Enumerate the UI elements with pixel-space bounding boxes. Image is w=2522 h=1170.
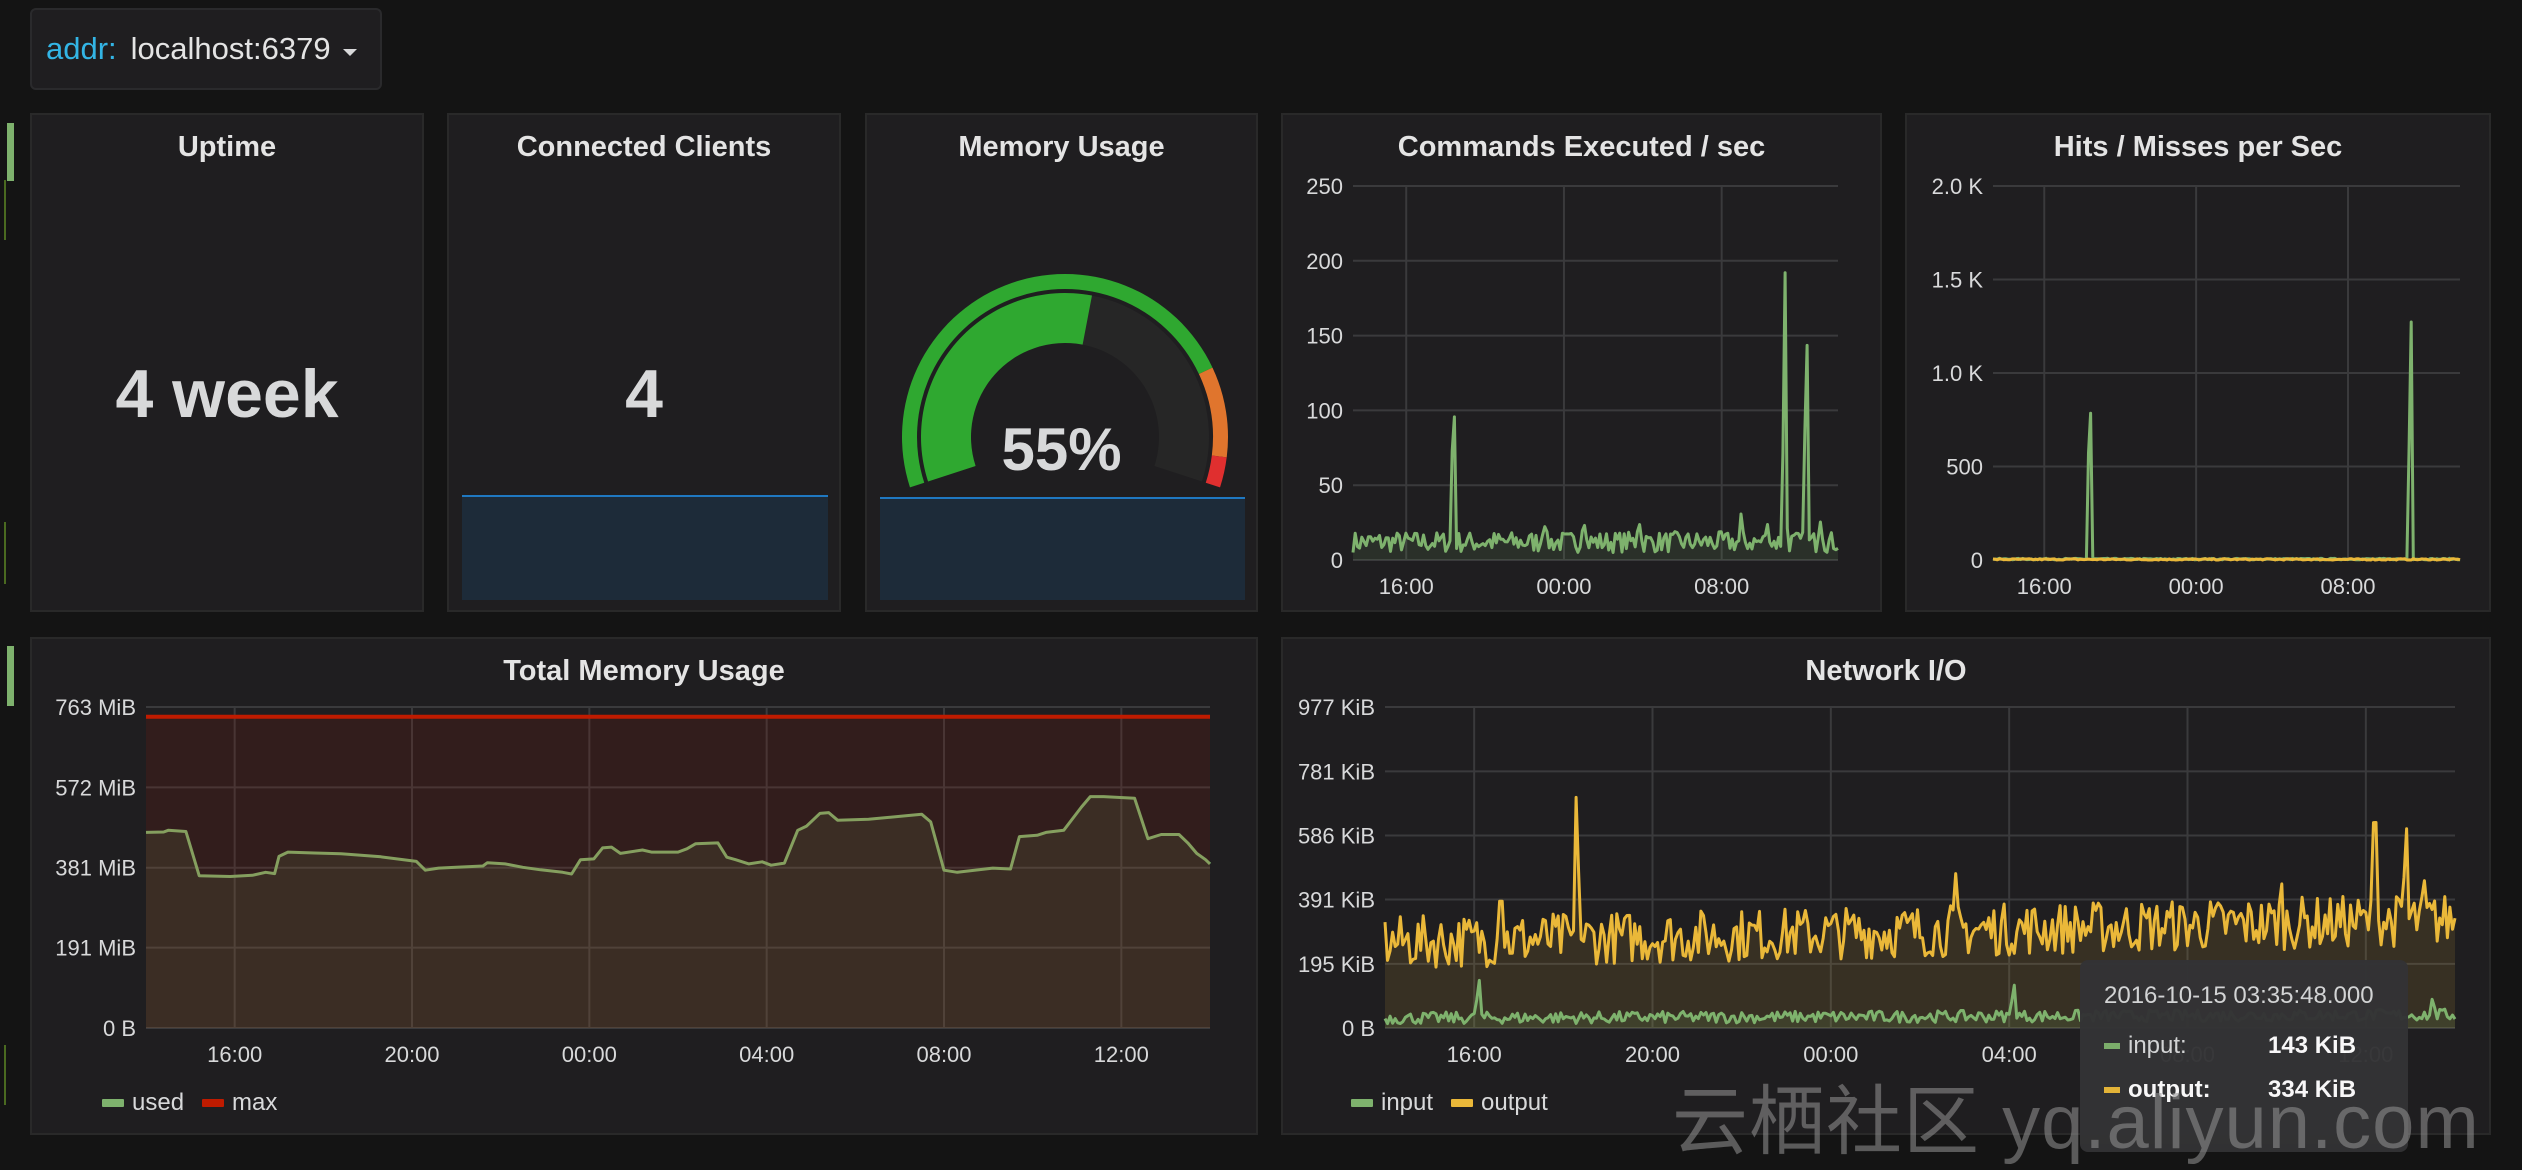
y-tick-label: 391 KiB bbox=[1298, 888, 1375, 913]
legend-swatch bbox=[2104, 1043, 2120, 1049]
y-tick-label: 2.0 K bbox=[1932, 174, 1984, 199]
y-tick-label: 0 bbox=[1331, 548, 1343, 573]
x-tick-label: 00:00 bbox=[2169, 574, 2224, 599]
y-tick-label: 572 MiB bbox=[55, 775, 136, 800]
panel-connected-clients: Connected Clients 4 bbox=[447, 113, 841, 612]
row-collapse-handle[interactable] bbox=[7, 646, 14, 706]
singlestat-value: 4 bbox=[625, 356, 663, 432]
x-tick-label: 08:00 bbox=[916, 1042, 971, 1067]
y-tick-label: 200 bbox=[1306, 249, 1343, 274]
panel-title[interactable]: Connected Clients bbox=[449, 131, 839, 164]
gauge bbox=[901, 273, 1228, 488]
y-tick-label: 100 bbox=[1306, 398, 1343, 423]
legend-swatch bbox=[1351, 1099, 1373, 1107]
gauge-value: 55% bbox=[1001, 416, 1122, 483]
series-line-misses bbox=[1993, 557, 2461, 562]
panel-hits-misses: Hits / Misses per Sec 0 500 1.0 K 1.5 K 2.0 … bbox=[1905, 113, 2491, 612]
x-tick-label: 00:00 bbox=[562, 1042, 617, 1067]
y-tick-label: 763 MiB bbox=[55, 695, 136, 720]
watermark: 云栖社区 yq.aliyun.com bbox=[1672, 1080, 2480, 1165]
x-tick-label: 16:00 bbox=[1379, 574, 1434, 599]
graph-commands[interactable]: 0 50 100 150 200 250 16:00 00:00 08:00 bbox=[1283, 115, 1884, 614]
template-variable-addr[interactable]: addr: localhost:6379 bbox=[30, 8, 382, 90]
panel-total-memory: Total Memory Usage 0 B 191 MiB 381 MiB 572 … bbox=[30, 637, 1258, 1135]
y-tick-label: 381 MiB bbox=[55, 856, 136, 881]
tooltip-row-input: input: 143 KiB bbox=[2104, 1032, 2356, 1060]
legend-label: max bbox=[232, 1089, 278, 1116]
y-tick-label: 1.0 K bbox=[1932, 361, 1984, 386]
template-variable-label: addr: bbox=[46, 31, 117, 66]
y-tick-label: 195 KiB bbox=[1298, 952, 1375, 977]
y-tick-label: 250 bbox=[1306, 174, 1343, 199]
tooltip-timestamp: 2016-10-15 03:35:48.000 bbox=[2104, 982, 2374, 1009]
panel-memory-usage: Memory Usage 55% bbox=[865, 113, 1258, 612]
legend-swatch bbox=[102, 1099, 124, 1107]
row-divider bbox=[4, 180, 6, 240]
legend-label: input bbox=[1381, 1089, 1434, 1116]
series-hits bbox=[1992, 320, 2461, 562]
x-tick-label: 04:00 bbox=[739, 1042, 794, 1067]
legend-item-input[interactable]: input bbox=[1351, 1089, 1433, 1117]
y-tick-label: 586 KiB bbox=[1298, 823, 1375, 848]
series-line-hits bbox=[1992, 320, 2461, 562]
y-tick-label: 0 B bbox=[1342, 1016, 1375, 1041]
x-tick-label: 16:00 bbox=[207, 1042, 262, 1067]
legend-label: output bbox=[1481, 1089, 1548, 1116]
row-collapse-handle[interactable] bbox=[7, 123, 14, 181]
legend-item-output[interactable]: output bbox=[1451, 1089, 1548, 1117]
legend-swatch bbox=[202, 1099, 225, 1107]
grid bbox=[1993, 185, 2460, 561]
x-tick-label: 08:00 bbox=[2320, 574, 2375, 599]
legend-item-used[interactable]: used bbox=[102, 1089, 184, 1117]
panel-uptime: Uptime 4 week bbox=[30, 113, 424, 612]
x-tick-label: 16:00 bbox=[2017, 574, 2072, 599]
y-tick-label: 0 B bbox=[103, 1016, 136, 1041]
x-tick-label: 20:00 bbox=[384, 1042, 439, 1067]
x-tick-label: 00:00 bbox=[1536, 574, 1591, 599]
graph-legend: used max bbox=[102, 1089, 295, 1117]
series-area-commands bbox=[1353, 272, 1838, 560]
series-commands bbox=[1351, 271, 1839, 560]
graph-total-memory[interactable]: 0 B 191 MiB 381 MiB 572 MiB 763 MiB 16:00 20:0… bbox=[32, 639, 1260, 1137]
tooltip-series-value: 143 KiB bbox=[2268, 1032, 2357, 1059]
y-tick-label: 50 bbox=[1319, 473, 1343, 498]
y-tick-label: 150 bbox=[1306, 324, 1343, 349]
series-line-commands bbox=[1351, 271, 1839, 554]
y-tick-label: 191 MiB bbox=[55, 936, 136, 961]
x-tick-label: 16:00 bbox=[1447, 1042, 1502, 1067]
graph-legend: input output bbox=[1351, 1089, 1566, 1117]
legend-swatch bbox=[1451, 1099, 1474, 1107]
singlestat-value: 4 week bbox=[115, 356, 339, 432]
sparkline bbox=[462, 495, 828, 600]
series-max bbox=[146, 714, 1210, 1028]
series-misses bbox=[1993, 557, 2461, 562]
tooltip-series-name: input: bbox=[2128, 1032, 2187, 1059]
y-tick-label: 977 KiB bbox=[1298, 695, 1375, 720]
legend-label: used bbox=[132, 1089, 185, 1116]
panel-title[interactable]: Uptime bbox=[32, 131, 422, 164]
template-variable-value[interactable]: localhost:6379 bbox=[131, 31, 331, 67]
series-area-max bbox=[146, 716, 1210, 1028]
x-tick-label: 08:00 bbox=[1694, 574, 1749, 599]
row-divider bbox=[4, 522, 6, 584]
caret-down-icon[interactable] bbox=[342, 48, 357, 56]
panel-commands-executed: Commands Executed / sec 0 50 100 150 200 250 1… bbox=[1281, 113, 1882, 612]
row-divider bbox=[4, 1045, 6, 1105]
y-tick-label: 0 bbox=[1971, 548, 1983, 573]
x-tick-label: 12:00 bbox=[1094, 1042, 1149, 1067]
grid bbox=[1353, 185, 1838, 561]
graph-hits-misses[interactable]: 0 500 1.0 K 1.5 K 2.0 K 16:00 00:00 08:00 bbox=[1907, 115, 2493, 614]
y-tick-label: 781 KiB bbox=[1298, 759, 1375, 784]
legend-item-max[interactable]: max bbox=[202, 1089, 277, 1117]
y-tick-label: 1.5 K bbox=[1932, 268, 1984, 293]
y-tick-label: 500 bbox=[1946, 455, 1983, 480]
